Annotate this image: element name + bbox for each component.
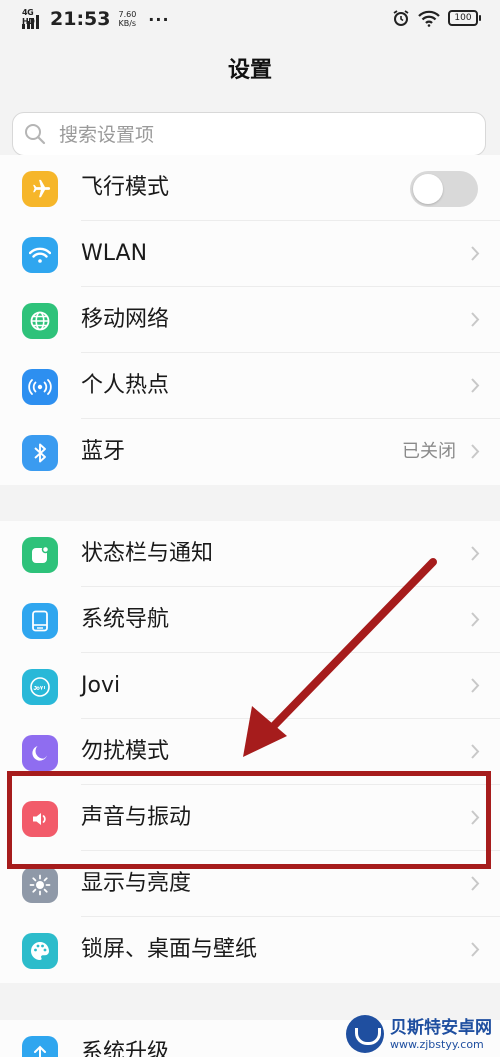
bluetooth-status: 已关闭 (402, 441, 456, 462)
palette-icon (22, 933, 58, 969)
settings-group-connectivity: 飞行模式 WLAN 移动网络 个人热点 蓝牙 已关闭 (0, 155, 500, 485)
chevron-right-icon (471, 246, 480, 261)
airplane-mode-label: 飞行模式 (81, 175, 170, 200)
airplane-icon (22, 171, 58, 207)
bluetooth-icon (22, 435, 58, 471)
search-placeholder: 搜索设置项 (59, 124, 155, 146)
search-icon (25, 124, 46, 145)
chevron-right-icon (471, 378, 480, 393)
jovi-icon (22, 669, 58, 705)
wifi-status-icon (418, 10, 440, 27)
row-mobile-network[interactable]: 移动网络 (0, 287, 500, 353)
alarm-icon (393, 10, 409, 26)
wlan-label: WLAN (81, 241, 148, 266)
system-upgrade-label: 系统升级 (81, 1040, 170, 1057)
more-notifications-icon: ··· (148, 9, 170, 29)
mobile-network-label: 移动网络 (81, 307, 170, 332)
watermark-name: 贝斯特安卓网 (390, 1017, 492, 1038)
annotation-highlight-box (7, 771, 491, 869)
status-time: 21:53 (50, 8, 111, 30)
page-header: 设置 (0, 40, 500, 100)
bluetooth-label: 蓝牙 (81, 439, 126, 464)
chevron-right-icon (471, 612, 480, 627)
wifi-icon (22, 237, 58, 273)
row-status-bar-notifications[interactable]: 状态栏与通知 (0, 521, 500, 587)
chevron-right-icon (471, 678, 480, 693)
upgrade-icon (22, 1036, 58, 1057)
personal-hotspot-label: 个人热点 (81, 373, 170, 398)
airplane-mode-toggle[interactable] (410, 171, 478, 207)
globe-icon (22, 303, 58, 339)
watermark-url: www.zjbstyy.com (390, 1037, 484, 1051)
search-input[interactable]: 搜索设置项 (12, 112, 486, 156)
system-navigation-label: 系统导航 (81, 607, 170, 632)
jovi-label: Jovi (81, 673, 121, 698)
row-lockscreen-wallpaper[interactable]: 锁屏、桌面与壁纸 (0, 917, 500, 983)
row-airplane-mode[interactable]: 飞行模式 (0, 155, 500, 221)
site-watermark: 贝斯特安卓网 www.zjbstyy.com (346, 1015, 492, 1053)
sun-icon (22, 867, 58, 903)
navigation-icon (22, 603, 58, 639)
settings-group-system: 状态栏与通知 系统导航 Jovi 勿扰模式 声音与振动 显示与亮度 锁屏、桌面与… (0, 521, 500, 983)
chevron-right-icon (471, 942, 480, 957)
speed-value: 7.60 (118, 10, 137, 19)
chevron-right-icon (471, 744, 480, 759)
watermark-logo (346, 1015, 384, 1053)
speed-unit: KB/s (118, 19, 137, 28)
moon-icon (22, 735, 58, 771)
notification-icon (22, 537, 58, 573)
page-title: 设置 (227, 58, 272, 83)
chevron-right-icon (471, 444, 480, 459)
battery-icon: 100 (448, 10, 481, 26)
chevron-right-icon (471, 876, 480, 891)
row-jovi[interactable]: Jovi (0, 653, 500, 719)
status-bar: 4G HD 21:53 7.60 KB/s ··· 100 (0, 0, 500, 40)
row-wlan[interactable]: WLAN (0, 221, 500, 287)
row-system-navigation[interactable]: 系统导航 (0, 587, 500, 653)
row-bluetooth[interactable]: 蓝牙 已关闭 (0, 419, 500, 485)
chevron-right-icon (471, 312, 480, 327)
status-bar-notifications-label: 状态栏与通知 (81, 541, 214, 566)
lockscreen-wallpaper-label: 锁屏、桌面与壁纸 (81, 937, 258, 962)
hotspot-icon (22, 369, 58, 405)
network-speed: 7.60 KB/s (118, 10, 136, 28)
chevron-right-icon (471, 546, 480, 561)
cellular-signal-icon: 4G HD (22, 8, 44, 29)
row-personal-hotspot[interactable]: 个人热点 (0, 353, 500, 419)
